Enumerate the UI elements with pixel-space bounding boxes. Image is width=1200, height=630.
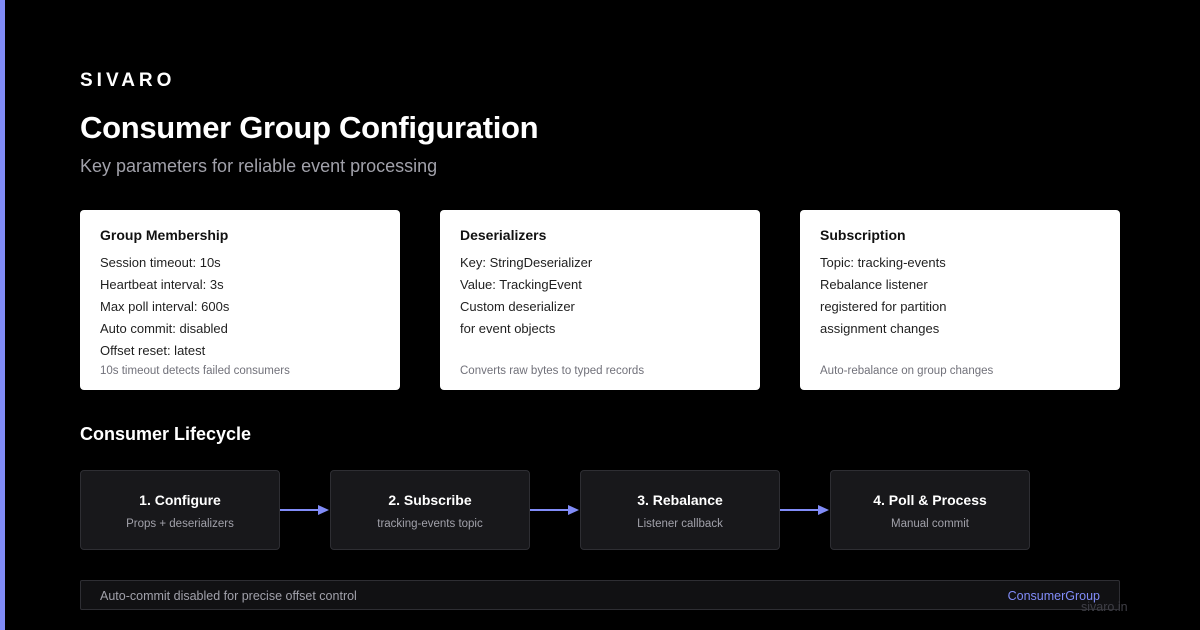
card-note: Converts raw bytes to typed records: [460, 365, 645, 377]
arrow-right-icon: [280, 505, 329, 515]
step-desc: Manual commit: [891, 518, 969, 530]
card-line: assignment changes: [820, 321, 940, 336]
card-line: Max poll interval: 600s: [100, 299, 230, 314]
card-title: Group Membership: [100, 227, 229, 243]
card-line: Heartbeat interval: 3s: [100, 277, 224, 292]
brand-logo: SIVARO: [80, 70, 176, 91]
card-line: Topic: tracking-events: [820, 255, 946, 270]
card-line: Auto commit: disabled: [100, 321, 228, 336]
card-subscription: Subscription Topic: tracking-events Reba…: [800, 210, 1120, 390]
arrow-right-icon: [780, 505, 829, 515]
card-note: 10s timeout detects failed consumers: [100, 365, 290, 377]
step-title: 1. Configure: [139, 492, 221, 508]
lifecycle-title: Consumer Lifecycle: [80, 424, 252, 444]
accent-bar: [0, 0, 5, 630]
page-subtitle: Key parameters for reliable event proces…: [80, 156, 438, 176]
lifecycle-step-configure: 1. Configure Props + deserializers: [80, 470, 280, 550]
step-title: 2. Subscribe: [388, 492, 472, 508]
card-title: Deserializers: [460, 227, 547, 243]
card-note: Auto-rebalance on group changes: [820, 365, 994, 377]
card-line: Custom deserializer: [460, 299, 575, 314]
arrow-right-icon: [530, 505, 579, 515]
card-group-membership: Group Membership Session timeout: 10s He…: [80, 210, 400, 390]
footer-text: Auto-commit disabled for precise offset …: [100, 589, 357, 603]
card-line: registered for partition: [820, 299, 947, 314]
step-desc: Props + deserializers: [126, 518, 234, 530]
lifecycle-step-rebalance: 3. Rebalance Listener callback: [580, 470, 780, 550]
card-line: for event objects: [460, 321, 556, 336]
step-title: 3. Rebalance: [637, 492, 723, 508]
watermark: sivaro.in: [1081, 600, 1128, 614]
page-title: Consumer Group Configuration: [80, 110, 539, 145]
card-line: Offset reset: latest: [100, 343, 206, 358]
step-desc: tracking-events topic: [377, 518, 483, 530]
footer-bar: Auto-commit disabled for precise offset …: [80, 580, 1120, 610]
card-title: Subscription: [820, 227, 906, 243]
card-line: Session timeout: 10s: [100, 255, 221, 270]
lifecycle-step-poll-process: 4. Poll & Process Manual commit: [830, 470, 1030, 550]
card-line: Value: TrackingEvent: [460, 277, 582, 292]
card-line: Key: StringDeserializer: [460, 255, 593, 270]
step-desc: Listener callback: [637, 518, 723, 530]
step-title: 4. Poll & Process: [873, 492, 987, 508]
card-deserializers: Deserializers Key: StringDeserializer Va…: [440, 210, 760, 390]
lifecycle-step-subscribe: 2. Subscribe tracking-events topic: [330, 470, 530, 550]
card-line: Rebalance listener: [820, 277, 928, 292]
